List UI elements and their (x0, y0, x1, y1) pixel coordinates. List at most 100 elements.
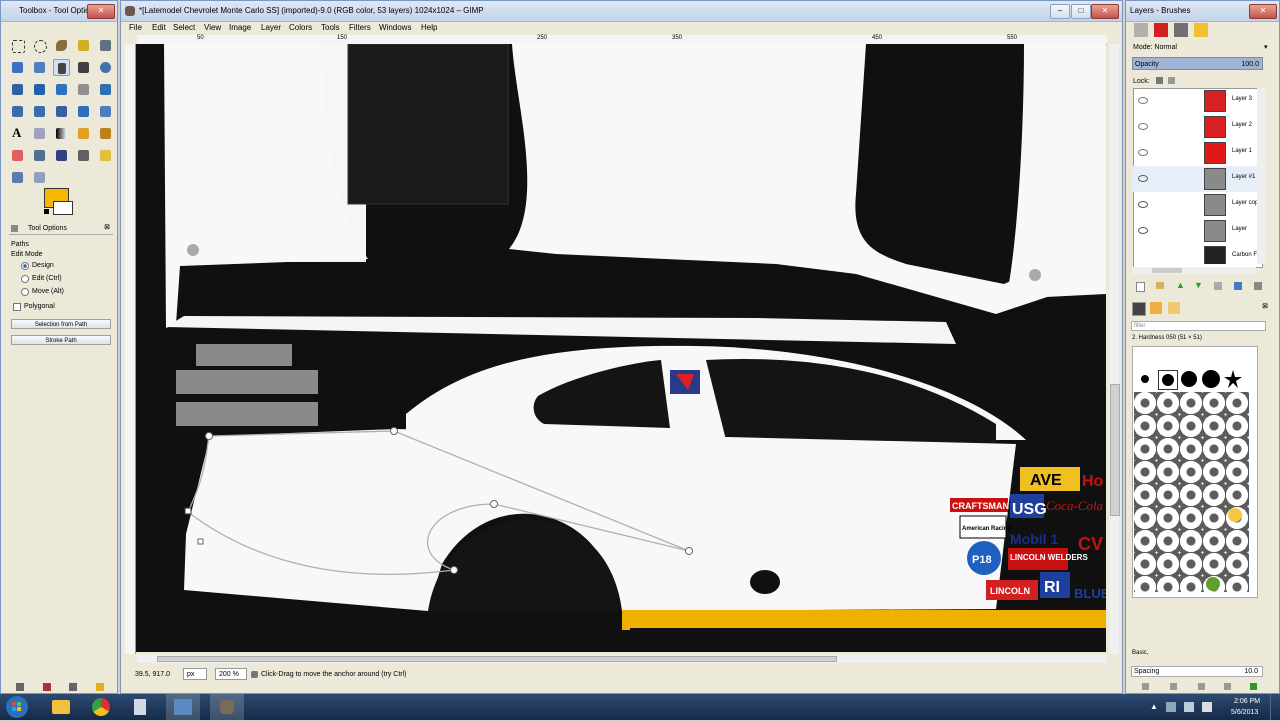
action-center-icon[interactable] (1202, 702, 1212, 712)
rotate-tool-icon[interactable] (97, 81, 114, 98)
layers-horizontal-scrollbar[interactable] (1132, 267, 1256, 274)
ellipse-select-tool-icon[interactable] (31, 37, 48, 54)
duplicate-layer-icon[interactable] (1214, 282, 1222, 290)
channels-tab-icon[interactable] (1154, 23, 1168, 37)
start-button[interactable] (4, 694, 30, 720)
path-anchor[interactable] (390, 427, 398, 435)
measure-tool-icon[interactable] (9, 81, 26, 98)
gimp-taskbar-icon[interactable] (210, 694, 244, 720)
layers-dock-close-button[interactable]: ✕ (1249, 4, 1277, 19)
perspective-clone-tool-icon[interactable] (9, 169, 26, 186)
menu-select[interactable]: Select (173, 22, 195, 34)
heal-tool-icon[interactable] (97, 147, 114, 164)
stroke-path-button[interactable]: Stroke Path (11, 335, 111, 345)
ink-tool-icon[interactable] (53, 147, 70, 164)
layer-row[interactable]: Layer 2 (1132, 114, 1266, 140)
paths-tool-icon[interactable] (31, 59, 48, 76)
chrome-taskbar-icon[interactable] (86, 694, 116, 720)
zoom-tool-icon[interactable] (97, 59, 114, 76)
files-taskbar-icon[interactable] (126, 694, 156, 720)
flip-tool-icon[interactable] (75, 103, 92, 120)
rect-select-tool-icon[interactable] (9, 37, 26, 54)
horizontal-scrollbar[interactable] (137, 655, 1107, 663)
show-desktop-button[interactable] (1270, 694, 1280, 720)
eye-visible-icon[interactable] (1138, 227, 1148, 234)
fuzzy-select-tool-icon[interactable] (75, 37, 92, 54)
close-button[interactable]: ✕ (1091, 4, 1119, 19)
selection-from-path-button[interactable]: Selection from Path (11, 319, 111, 329)
lock-alpha-icon[interactable] (1168, 77, 1175, 84)
eye-visible-icon[interactable] (1138, 175, 1148, 182)
gradients-tab-icon[interactable] (1168, 302, 1180, 314)
layer-row[interactable]: Carbon Fibe (1132, 244, 1266, 264)
brush-filter-input[interactable]: filter (1131, 321, 1266, 331)
layers-horizontal-thumb[interactable] (1152, 268, 1182, 273)
path-anchor[interactable] (205, 432, 213, 440)
unit-select[interactable]: px (183, 668, 207, 680)
eye-hidden-icon[interactable] (1138, 123, 1148, 130)
crop-tool-icon[interactable] (75, 81, 92, 98)
patterns-tab-icon[interactable] (1150, 302, 1162, 314)
delete-layer-icon[interactable] (1254, 282, 1262, 290)
paths-tab-icon[interactable] (1174, 23, 1188, 37)
menu-windows[interactable]: Windows (379, 22, 411, 34)
explorer-taskbar-icon[interactable] (46, 694, 76, 720)
opacity-slider[interactable]: Opacity 100.0 (1132, 57, 1263, 70)
delete-brush-icon[interactable] (1224, 683, 1231, 690)
design-radio-dot[interactable] (21, 262, 29, 270)
scale-tool-icon[interactable] (9, 103, 26, 120)
default-colors-icon[interactable] (44, 209, 49, 214)
bucket-fill-tool-icon[interactable] (31, 125, 48, 142)
maximize-button[interactable]: □ (1071, 4, 1091, 19)
vertical-scrollbar-thumb[interactable] (1110, 384, 1120, 516)
paths-tool-selected-icon[interactable] (53, 59, 70, 76)
volume-icon[interactable] (1184, 702, 1194, 712)
vertical-scrollbar[interactable] (1109, 44, 1120, 654)
gimp-images-taskbar-icon[interactable] (166, 694, 200, 720)
duplicate-brush-icon[interactable] (1198, 683, 1205, 690)
image-canvas[interactable]: AVE USG Coca-Cola CRAFTSMAN American Rac… (136, 44, 1106, 652)
toolbox-close-button[interactable]: ✕ (87, 4, 115, 19)
cage-tool-icon[interactable] (97, 103, 114, 120)
clock-date[interactable]: 5/6/2013 (1231, 709, 1258, 716)
move-radio-dot[interactable] (21, 288, 29, 296)
save-options-icon[interactable] (16, 683, 24, 691)
lock-pixels-icon[interactable] (1156, 77, 1163, 84)
brushes-close-icon[interactable]: ⊠ (1262, 302, 1268, 310)
tool-options-tab[interactable]: Tool Options ⊠ (9, 223, 113, 235)
layers-dock-titlebar[interactable]: Layers - Brushes ✕ (1126, 1, 1279, 22)
layer-row-selected[interactable]: Layer #1 (1132, 166, 1266, 192)
pepper-brush-icon[interactable] (1204, 574, 1222, 592)
pencil-tool-icon[interactable] (75, 125, 92, 142)
restore-options-icon[interactable] (43, 683, 51, 691)
path-handle[interactable] (197, 538, 204, 545)
path-anchor-active[interactable] (184, 507, 192, 515)
free-select-tool-icon[interactable] (53, 37, 70, 54)
anchor-layer-icon[interactable] (1234, 282, 1242, 290)
menu-help[interactable]: Help (421, 22, 437, 34)
paintbrush-tool-icon[interactable] (97, 125, 114, 142)
spacing-slider[interactable]: Spacing 10.0 (1131, 666, 1263, 677)
mode-dropdown-chevron-icon[interactable]: ▾ (1264, 43, 1268, 51)
minimize-button[interactable]: – (1050, 4, 1070, 19)
star-brush-icon[interactable] (1224, 370, 1242, 388)
move-tool-icon[interactable] (31, 81, 48, 98)
scissors-tool-icon[interactable] (97, 37, 114, 54)
path-anchor[interactable] (685, 547, 693, 555)
airbrush-tool-icon[interactable] (31, 147, 48, 164)
perspective-tool-icon[interactable] (53, 103, 70, 120)
preset-field[interactable]: Basic, (1132, 650, 1148, 656)
eye-hidden-icon[interactable] (1138, 149, 1148, 156)
brushes-tab-icon[interactable] (1132, 302, 1146, 316)
lower-layer-icon[interactable]: ▼ (1194, 280, 1203, 290)
shear-tool-icon[interactable] (31, 103, 48, 120)
menu-tools[interactable]: Tools (321, 22, 340, 34)
layers-tab-icon[interactable] (1134, 23, 1148, 37)
edit-brush-icon[interactable] (1142, 683, 1149, 690)
layer-row[interactable]: Layer 1 (1132, 140, 1266, 166)
menu-image[interactable]: Image (229, 22, 251, 34)
layer-row[interactable]: Layer (1132, 218, 1266, 244)
color-picker-tool-icon[interactable] (75, 59, 92, 76)
vertical-ruler[interactable] (125, 44, 136, 654)
brush-item[interactable] (1202, 370, 1220, 388)
